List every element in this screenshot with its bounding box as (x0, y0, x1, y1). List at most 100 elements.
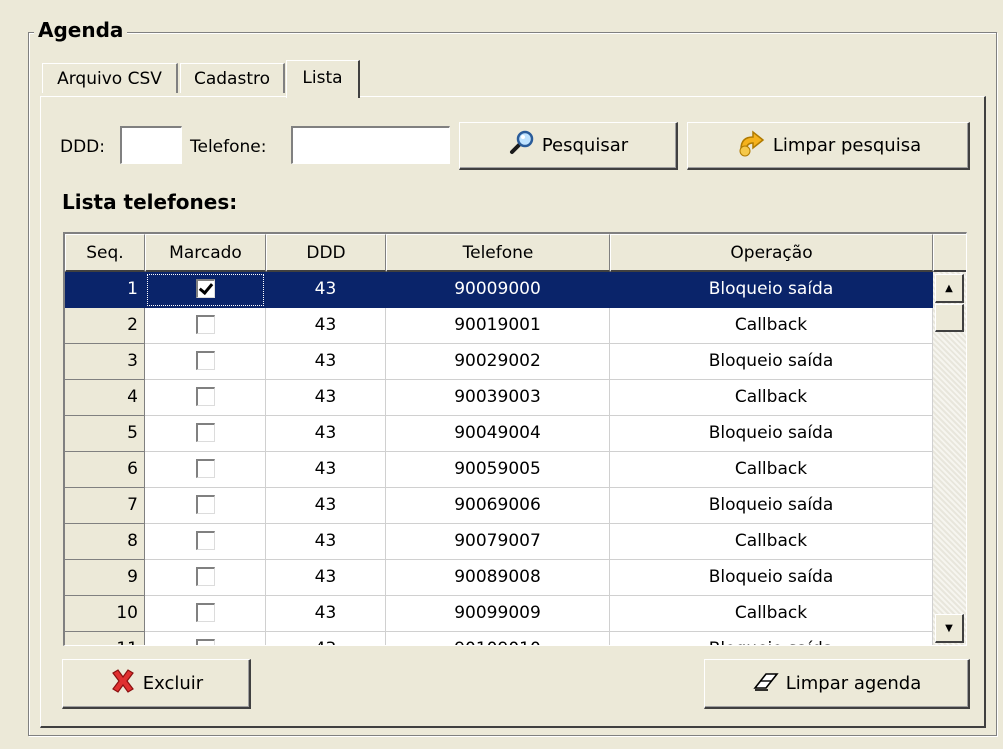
table-row[interactable]: 6 43 90059005 Callback (65, 452, 933, 488)
column-header-marcado[interactable]: Marcado (145, 234, 266, 272)
cell-seq[interactable]: 10 (65, 596, 145, 632)
cell-seq[interactable]: 4 (65, 380, 145, 416)
excluir-label: Excluir (142, 673, 204, 694)
cell-ddd[interactable]: 43 (266, 416, 386, 452)
cell-ddd[interactable]: 43 (266, 524, 386, 560)
tab-cadastro[interactable]: Cadastro (180, 63, 285, 93)
cell-operacao[interactable]: Bloqueio saída (610, 416, 933, 452)
cell-seq[interactable]: 5 (65, 416, 145, 452)
cell-telefone[interactable]: 90089008 (386, 560, 610, 596)
cell-marcado[interactable] (145, 560, 266, 596)
cell-marcado[interactable] (145, 380, 266, 416)
cell-seq[interactable]: 9 (65, 560, 145, 596)
cell-operacao[interactable]: Callback (610, 308, 933, 344)
cell-telefone[interactable]: 90019001 (386, 308, 610, 344)
cell-ddd[interactable]: 43 (266, 452, 386, 488)
cell-operacao[interactable]: Bloqueio saída (610, 488, 933, 524)
marcado-checkbox[interactable] (195, 314, 215, 334)
cell-ddd[interactable]: 43 (266, 308, 386, 344)
cell-ddd[interactable]: 43 (266, 596, 386, 632)
marcado-checkbox[interactable] (195, 458, 215, 478)
cell-telefone[interactable]: 90069006 (386, 488, 610, 524)
scroll-up-button[interactable]: ▲ (935, 274, 964, 303)
cell-marcado[interactable] (145, 416, 266, 452)
excluir-button[interactable]: Excluir (62, 659, 251, 709)
column-header-telefone[interactable]: Telefone (386, 234, 610, 272)
cell-operacao[interactable]: Callback (610, 452, 933, 488)
marcado-checkbox[interactable] (195, 602, 215, 622)
tab-lista[interactable]: Lista (286, 60, 360, 98)
cell-marcado[interactable] (145, 632, 266, 645)
pesquisar-button[interactable]: Pesquisar (459, 122, 678, 170)
scroll-thumb[interactable] (935, 304, 964, 332)
column-header-seq[interactable]: Seq. (65, 234, 145, 272)
table-row[interactable]: 5 43 90049004 Bloqueio saída (65, 416, 933, 452)
cell-operacao[interactable]: Callback (610, 380, 933, 416)
cell-operacao[interactable]: Callback (610, 596, 933, 632)
cell-operacao[interactable]: Callback (610, 524, 933, 560)
marcado-checkbox[interactable] (195, 638, 215, 645)
cell-operacao[interactable]: Bloqueio saída (610, 560, 933, 596)
cell-telefone[interactable]: 90099009 (386, 596, 610, 632)
tab-arquivo-csv[interactable]: Arquivo CSV (42, 63, 178, 93)
ddd-input[interactable] (120, 126, 182, 164)
cell-telefone[interactable]: 90079007 (386, 524, 610, 560)
column-header-operacao[interactable]: Operação (610, 234, 933, 272)
table-row[interactable]: 3 43 90029002 Bloqueio saída (65, 344, 933, 380)
cell-marcado[interactable] (145, 272, 266, 308)
cell-seq[interactable]: 2 (65, 308, 145, 344)
cell-marcado[interactable] (145, 452, 266, 488)
table-row[interactable]: 8 43 90079007 Callback (65, 524, 933, 560)
cell-marcado[interactable] (145, 488, 266, 524)
eraser-icon (752, 670, 780, 697)
cell-telefone[interactable]: 90109010 (386, 632, 610, 645)
cell-operacao[interactable]: Bloqueio saída (610, 272, 933, 308)
table-row[interactable]: 4 43 90039003 Callback (65, 380, 933, 416)
cell-ddd[interactable]: 43 (266, 560, 386, 596)
cell-marcado[interactable] (145, 344, 266, 380)
cell-telefone[interactable]: 90039003 (386, 380, 610, 416)
cell-marcado[interactable] (145, 596, 266, 632)
cell-seq[interactable]: 8 (65, 524, 145, 560)
marcado-checkbox[interactable] (195, 422, 215, 442)
column-header-ddd[interactable]: DDD (266, 234, 386, 272)
cell-telefone[interactable]: 90059005 (386, 452, 610, 488)
cell-ddd[interactable]: 43 (266, 632, 386, 645)
scroll-down-button[interactable]: ▼ (935, 614, 964, 643)
cell-telefone[interactable]: 90029002 (386, 344, 610, 380)
limpar-agenda-button[interactable]: Limpar agenda (704, 659, 970, 709)
cell-ddd[interactable]: 43 (266, 380, 386, 416)
cell-ddd[interactable]: 43 (266, 272, 386, 308)
table-row[interactable]: 2 43 90019001 Callback (65, 308, 933, 344)
cell-marcado[interactable] (145, 524, 266, 560)
cell-telefone[interactable]: 90049004 (386, 416, 610, 452)
marcado-checkbox[interactable] (195, 566, 215, 586)
table-row[interactable]: 1 43 90009000 Bloqueio saída (65, 272, 933, 308)
cell-seq[interactable]: 3 (65, 344, 145, 380)
limpar-agenda-label: Limpar agenda (785, 673, 922, 694)
marcado-checkbox[interactable] (195, 350, 215, 370)
telefone-input[interactable] (291, 126, 450, 164)
cell-operacao[interactable]: Bloqueio saída (610, 632, 933, 645)
table-row[interactable]: 10 43 90099009 Callback (65, 596, 933, 632)
table-row[interactable]: 9 43 90089008 Bloqueio saída (65, 560, 933, 596)
cell-seq[interactable]: 11 (65, 632, 145, 645)
cell-ddd[interactable]: 43 (266, 488, 386, 524)
limpar-pesquisa-button[interactable]: Limpar pesquisa (687, 122, 970, 170)
cell-operacao[interactable]: Bloqueio saída (610, 344, 933, 380)
table-row[interactable]: 11 4390109010Bloqueio saída (65, 632, 933, 645)
cell-seq[interactable]: 6 (65, 452, 145, 488)
cell-telefone[interactable]: 90009000 (386, 272, 610, 308)
table-row[interactable]: 7 43 90069006 Bloqueio saída (65, 488, 933, 524)
marcado-checkbox[interactable] (195, 278, 215, 298)
marcado-checkbox[interactable] (195, 386, 215, 406)
cell-seq[interactable]: 1 (65, 272, 145, 308)
cell-ddd[interactable]: 43 (266, 344, 386, 380)
cell-marcado[interactable] (145, 308, 266, 344)
marcado-checkbox[interactable] (195, 494, 215, 514)
grid-rows: 1 43 90009000 Bloqueio saída 2 43 90019001 Call… (65, 272, 933, 645)
vertical-scrollbar[interactable]: ▲ ▼ (933, 272, 966, 645)
cell-seq[interactable]: 7 (65, 488, 145, 524)
phone-list-grid[interactable]: Seq. Marcado DDD Telefone Operação 1 43 90… (63, 232, 967, 646)
marcado-checkbox[interactable] (195, 530, 215, 550)
